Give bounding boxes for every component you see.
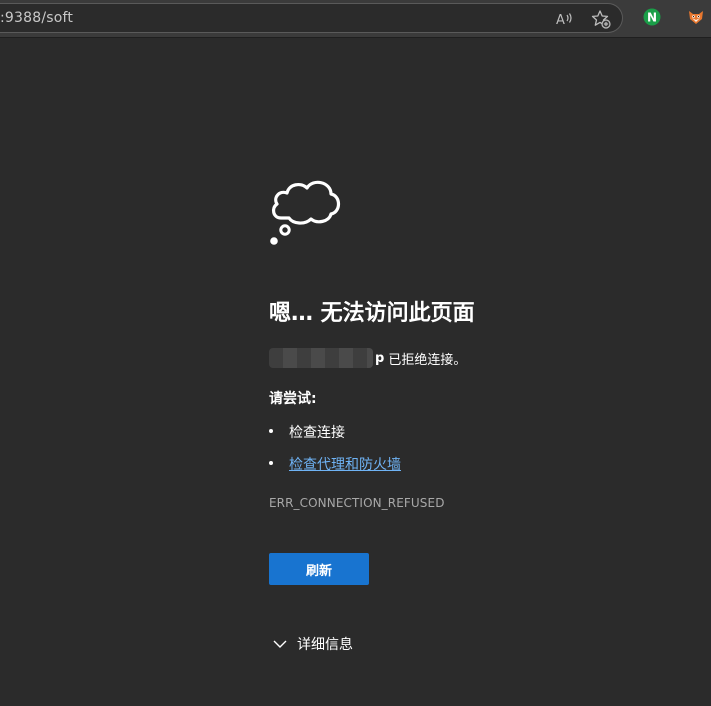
details-label: 详细信息 bbox=[297, 637, 353, 653]
browser-toolbar: :9388/soft A N bbox=[0, 0, 711, 38]
error-code: ERR_CONNECTION_REFUSED bbox=[269, 496, 445, 510]
hostname-tail: p bbox=[375, 350, 385, 366]
try-label: 请尝试: bbox=[269, 391, 317, 407]
proxy-firewall-link[interactable]: 检查代理和防火墙 bbox=[289, 457, 401, 473]
obscured-hostname bbox=[269, 348, 373, 368]
cloud-thought-icon bbox=[270, 180, 341, 245]
n-extension-icon[interactable]: N bbox=[642, 7, 662, 27]
read-aloud-icon[interactable]: A bbox=[555, 9, 575, 29]
suggestion-check-proxy-firewall[interactable]: 检查代理和防火墙 bbox=[269, 454, 401, 486]
url-text[interactable]: :9388/soft bbox=[0, 10, 73, 26]
address-bar[interactable]: :9388/soft A bbox=[0, 3, 623, 33]
add-favorite-icon[interactable] bbox=[591, 9, 611, 29]
bullet-dot bbox=[269, 461, 273, 465]
suggestion-list: 检查连接 检查代理和防火墙 bbox=[269, 422, 401, 486]
page-title: 嗯… 无法访问此页面 bbox=[269, 301, 475, 326]
details-toggle[interactable]: 详细信息 bbox=[273, 634, 353, 654]
refresh-button[interactable]: 刷新 bbox=[269, 553, 369, 585]
suggestion-check-connection: 检查连接 bbox=[269, 422, 401, 454]
refused-message: 已拒绝连接。 bbox=[388, 352, 467, 368]
refused-message-line: p 已拒绝连接。 bbox=[269, 348, 466, 368]
suggestion-text: 检查连接 bbox=[289, 425, 345, 441]
fox-extension-icon[interactable] bbox=[686, 7, 706, 27]
chevron-down-icon bbox=[273, 640, 287, 648]
svg-text:N: N bbox=[647, 11, 657, 25]
svg-text:A: A bbox=[556, 13, 565, 27]
bullet-dot bbox=[269, 429, 273, 433]
